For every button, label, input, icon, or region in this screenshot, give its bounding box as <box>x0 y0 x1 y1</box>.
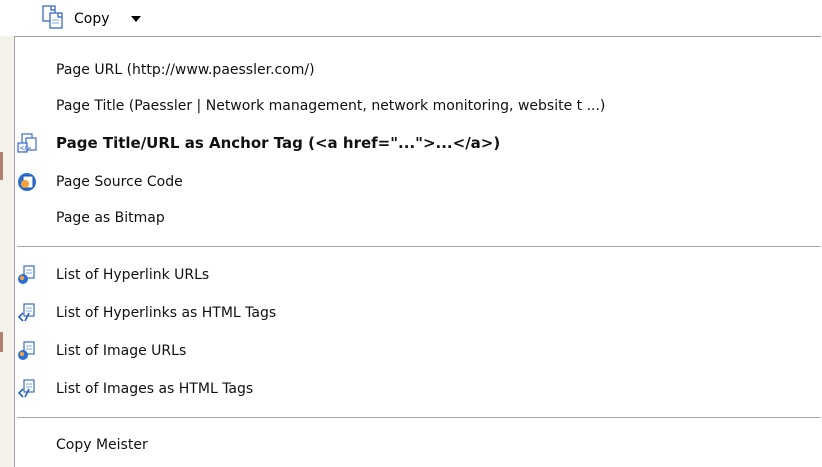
menu-item-label: Page Source Code <box>56 174 183 190</box>
copy-documents-icon <box>40 4 66 34</box>
menu-separator <box>17 246 821 248</box>
menu-item-page-url[interactable]: Page URL (http://www.paessler.com/) <box>15 54 821 86</box>
image-list-icon <box>17 341 37 361</box>
toolbar: Copy <box>0 0 822 36</box>
menu-item-hyperlink-tags[interactable]: List of Hyperlinks as HTML Tags <box>15 297 821 329</box>
html-tags-list-icon <box>17 303 37 323</box>
source-code-icon <box>17 172 37 192</box>
triangle-down-icon[interactable] <box>130 13 142 26</box>
menu-item-label: Page as Bitmap <box>56 210 165 226</box>
menu-item-image-urls[interactable]: List of Image URLs <box>15 335 821 367</box>
menu-item-image-tags[interactable]: List of Images as HTML Tags <box>15 373 821 405</box>
menu-item-label: List of Hyperlink URLs <box>56 267 210 283</box>
menu-item-label: List of Image URLs <box>56 343 187 359</box>
hyperlink-list-icon <box>17 265 37 285</box>
menu-item-page-source[interactable]: Page Source Code <box>15 166 821 198</box>
image-html-tags-icon <box>17 379 37 399</box>
menu-item-label: List of Images as HTML Tags <box>56 381 254 397</box>
menu-item-label: Page Title/URL as Anchor Tag (<a href=".… <box>56 134 501 152</box>
background-page-edge <box>0 36 14 467</box>
menu-item-label: Page Title (Paessler | Network managemen… <box>56 98 606 114</box>
copy-button-label: Copy <box>74 11 110 27</box>
menu-item-anchor-tag[interactable]: </> Page Title/URL as Anchor Tag (<a hre… <box>15 127 821 159</box>
menu-item-label: List of Hyperlinks as HTML Tags <box>56 305 277 321</box>
menu-item-page-title[interactable]: Page Title (Paessler | Network managemen… <box>15 90 821 122</box>
anchor-tag-icon: </> <box>17 133 37 153</box>
copy-menu-button[interactable]: Copy <box>40 4 142 34</box>
menu-item-label: Page URL (http://www.paessler.com/) <box>56 62 315 78</box>
menu-item-hyperlink-urls[interactable]: List of Hyperlink URLs <box>15 259 821 291</box>
menu-separator <box>17 417 821 419</box>
svg-text:</>: </> <box>20 145 32 152</box>
copy-dropdown-menu: Page URL (http://www.paessler.com/) Page… <box>14 36 821 467</box>
menu-item-copy-meister[interactable]: Copy Meister <box>15 429 821 461</box>
menu-item-page-bitmap[interactable]: Page as Bitmap <box>15 202 821 234</box>
menu-item-label: Copy Meister <box>56 437 148 453</box>
